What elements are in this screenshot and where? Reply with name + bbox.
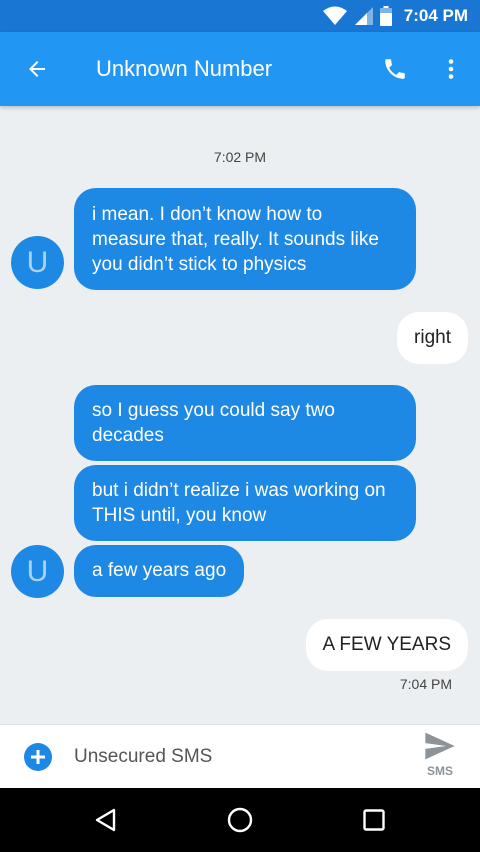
message-input[interactable] <box>74 739 394 775</box>
status-icons: 7:04 PM <box>322 0 468 32</box>
send-icon <box>425 732 455 760</box>
call-button[interactable] <box>376 50 414 88</box>
send-button[interactable]: SMS <box>418 731 462 783</box>
incoming-message[interactable]: a few years ago <box>74 545 245 597</box>
nav-home-icon <box>227 807 253 833</box>
more-options-button[interactable] <box>432 50 470 88</box>
nav-back-button[interactable] <box>86 800 126 840</box>
battery-icon <box>379 6 392 26</box>
nav-back-icon <box>95 808 116 832</box>
incoming-message[interactable]: but i didn’t realize i was working on TH… <box>74 465 416 541</box>
conversation-title: Unknown Number <box>96 56 273 81</box>
incoming-message[interactable]: i mean. I don’t know how to measure that… <box>74 188 416 290</box>
send-label: SMS <box>426 764 453 778</box>
nav-home-button[interactable] <box>220 800 260 840</box>
nav-recent-icon <box>363 809 385 831</box>
status-time: 7:04 PM <box>403 6 468 25</box>
message-list[interactable]: 7:02 PM U i mean. I don’t know how to me… <box>0 106 480 724</box>
back-button[interactable] <box>18 50 56 88</box>
outgoing-message[interactable]: A FEW YEARS <box>305 619 468 671</box>
nav-recent-button[interactable] <box>354 800 394 840</box>
timestamp: 7:04 PM <box>399 676 452 692</box>
add-attachment-button[interactable] <box>24 743 52 771</box>
system-nav-bar <box>0 788 480 852</box>
back-arrow-icon <box>29 61 45 77</box>
app-bar: Unknown Number <box>0 32 480 106</box>
contact-avatar[interactable]: U <box>11 545 64 598</box>
status-bar: 7:04 PM <box>0 0 480 32</box>
more-vert-icon <box>448 59 454 79</box>
signal-icon <box>354 7 373 25</box>
timestamp: 7:02 PM <box>213 149 267 165</box>
outgoing-message[interactable]: right <box>397 312 468 364</box>
incoming-message[interactable]: so I guess you could say two decades <box>74 385 416 461</box>
wifi-icon <box>322 6 347 25</box>
compose-bar: SMS <box>0 724 480 788</box>
add-icon <box>31 750 45 764</box>
contact-avatar[interactable]: U <box>11 236 64 289</box>
phone-icon <box>385 59 405 79</box>
